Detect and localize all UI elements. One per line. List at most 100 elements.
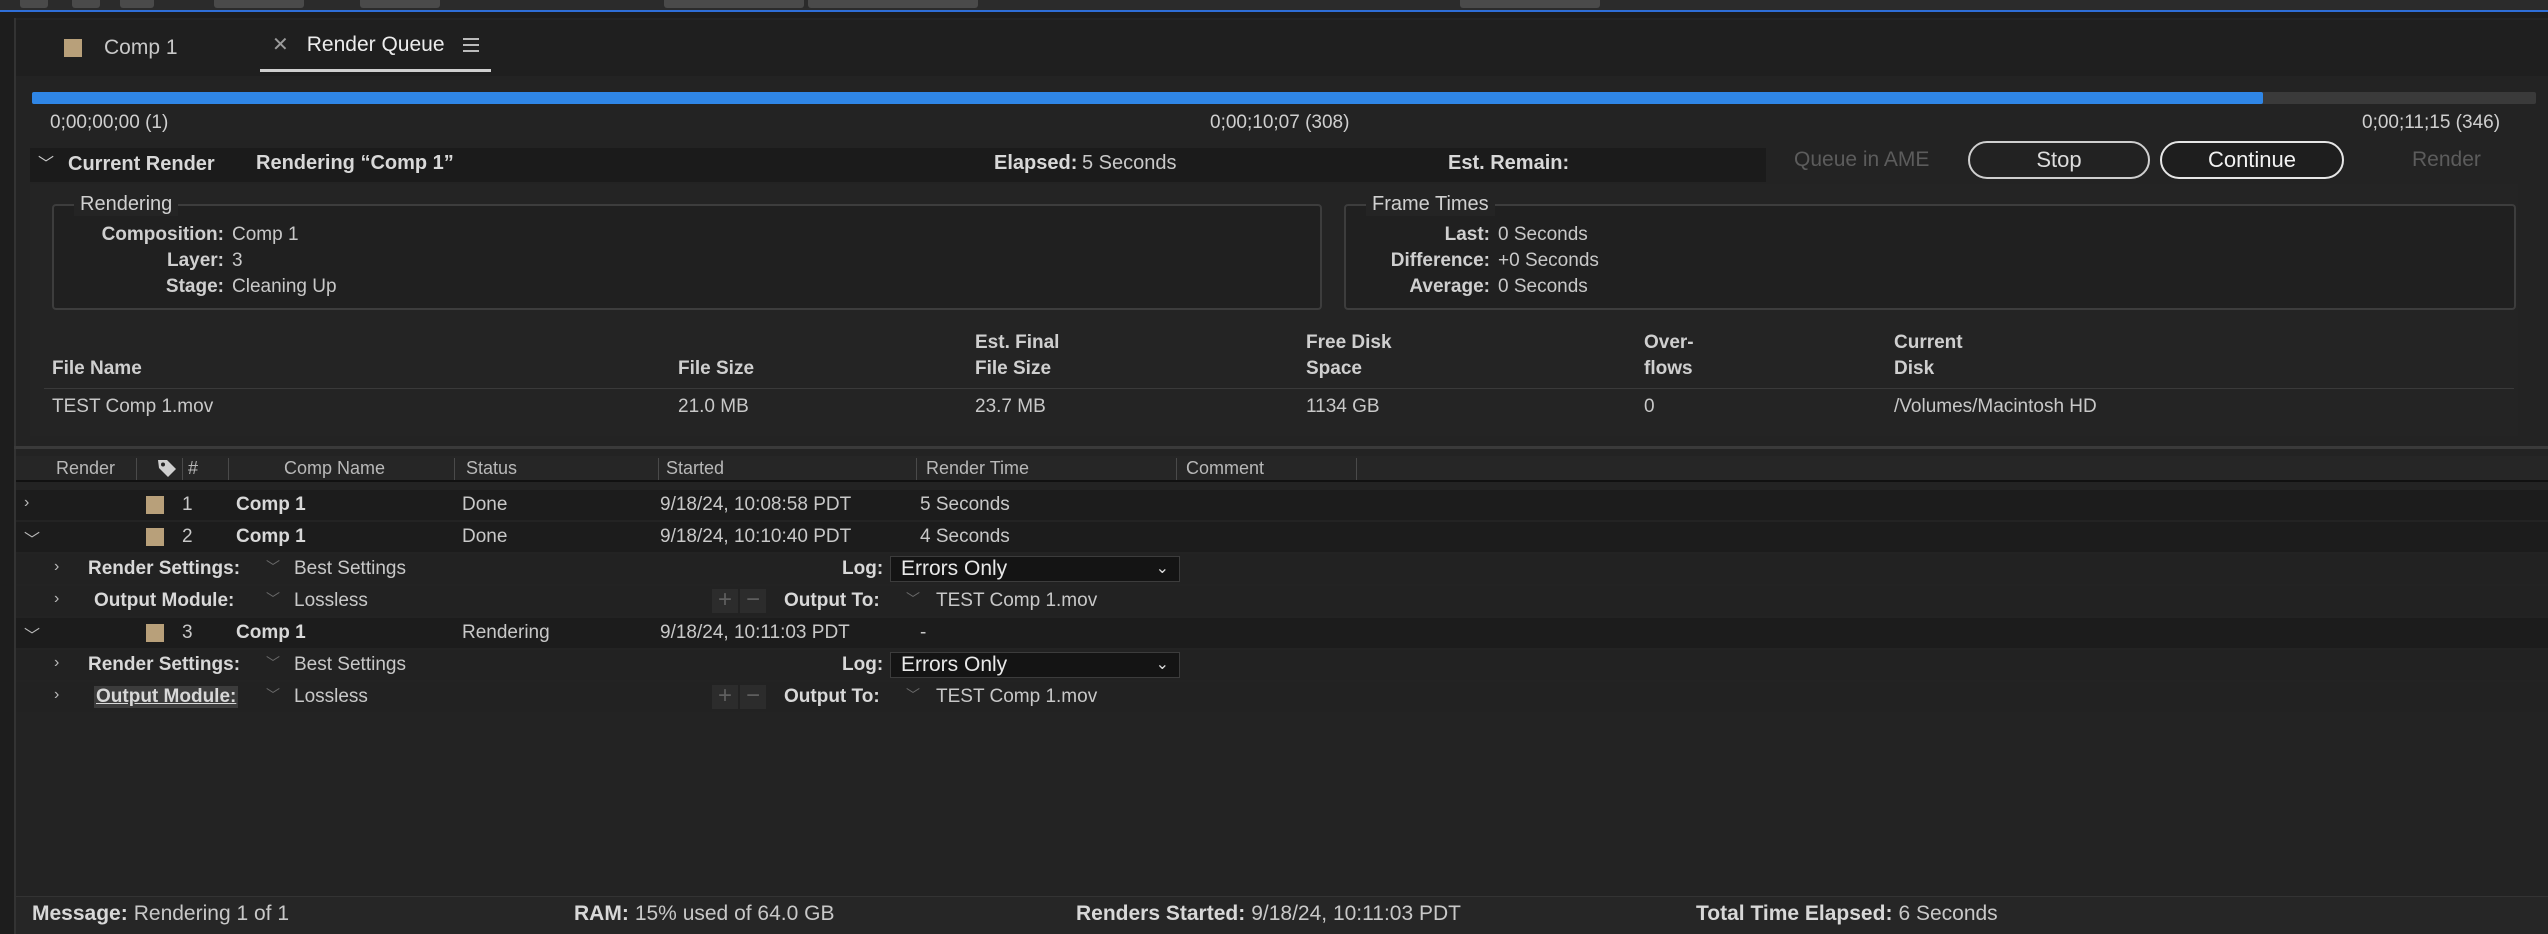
frame-difference-label: Difference: bbox=[1390, 250, 1490, 271]
column-divider[interactable] bbox=[182, 458, 183, 480]
item-started: 9/18/24, 10:10:40 PDT bbox=[660, 526, 852, 547]
continue-button[interactable]: Continue bbox=[2160, 141, 2344, 179]
label-color-swatch[interactable] bbox=[146, 624, 164, 642]
tab-label: Render Queue bbox=[306, 32, 445, 56]
tab-render-queue[interactable]: ✕ Render Queue bbox=[260, 20, 491, 72]
item-comp-name[interactable]: Comp 1 bbox=[236, 526, 306, 548]
queue-item-row[interactable]: ﹀ 3 Comp 1 Rendering 9/18/24, 10:11:03 P… bbox=[16, 618, 2548, 648]
free-disk-header-line1: Free Disk bbox=[1306, 332, 1392, 353]
total-elapsed-label: Total Time Elapsed: bbox=[1696, 902, 1893, 925]
tab-label: Comp 1 bbox=[104, 36, 178, 59]
output-to-value[interactable]: TEST Comp 1.mov bbox=[936, 686, 1097, 708]
remove-output-module-icon[interactable]: − bbox=[740, 588, 766, 613]
chevron-right-icon[interactable]: › bbox=[54, 558, 59, 576]
toolbar-field[interactable] bbox=[214, 0, 304, 8]
render-settings-value[interactable]: Best Settings bbox=[294, 558, 406, 580]
render-progress-bar bbox=[32, 92, 2536, 104]
column-divider[interactable] bbox=[1176, 458, 1177, 480]
elapsed-label: Elapsed: bbox=[994, 152, 1078, 174]
chevron-right-icon[interactable]: › bbox=[54, 686, 59, 704]
render-settings-label: Render Settings: bbox=[88, 654, 241, 675]
column-divider[interactable] bbox=[916, 458, 917, 480]
queue-in-ame-button[interactable]: Queue in AME bbox=[1794, 148, 1929, 172]
chevron-down-icon[interactable]: ﹀ bbox=[266, 685, 280, 705]
progress-start-timecode: 0;00;00;00 (1) bbox=[50, 112, 169, 133]
toolbar-field[interactable] bbox=[808, 0, 978, 8]
output-module-value[interactable]: Lossless bbox=[294, 686, 368, 708]
status-total-elapsed: Total Time Elapsed: 6 Seconds bbox=[1696, 902, 1998, 926]
output-module-value[interactable]: Lossless bbox=[294, 590, 368, 612]
frame-last-row: Last: 0 Seconds bbox=[1344, 224, 1588, 246]
item-comp-name[interactable]: Comp 1 bbox=[236, 622, 306, 644]
toolbar-field[interactable] bbox=[1460, 0, 1600, 8]
overflows-header: Over- flows bbox=[1644, 330, 1694, 382]
render-progress-fill bbox=[32, 92, 2264, 104]
column-number[interactable]: # bbox=[188, 458, 198, 479]
output-module-row: › Output Module: ﹀ Lossless + − Output T… bbox=[16, 682, 2548, 712]
render-settings-value[interactable]: Best Settings bbox=[294, 654, 406, 676]
column-status[interactable]: Status bbox=[466, 458, 517, 479]
frame-difference-value: +0 Seconds bbox=[1498, 250, 1599, 271]
column-divider[interactable] bbox=[1356, 458, 1357, 480]
column-divider[interactable] bbox=[136, 458, 137, 480]
current-disk-header-line1: Current bbox=[1894, 332, 1963, 353]
rendering-comp-text: Rendering “Comp 1” bbox=[256, 152, 454, 174]
add-output-module-icon[interactable]: + bbox=[712, 684, 738, 709]
stop-button[interactable]: Stop bbox=[1968, 141, 2150, 179]
current-render-label: Current Render bbox=[68, 153, 215, 175]
chevron-down-icon[interactable]: ﹀ bbox=[38, 150, 54, 174]
progress-end-timecode: 0;00;11;15 (346) bbox=[2362, 112, 2501, 133]
log-dropdown[interactable]: Errors Only ⌄ bbox=[890, 652, 1180, 678]
add-output-module-icon[interactable]: + bbox=[712, 588, 738, 613]
chevron-down-icon[interactable]: ﹀ bbox=[24, 526, 40, 550]
chevron-down-icon[interactable]: ﹀ bbox=[266, 653, 280, 673]
log-label: Log: bbox=[842, 558, 884, 579]
output-to-value[interactable]: TEST Comp 1.mov bbox=[936, 590, 1097, 612]
message-label: Message: bbox=[32, 902, 128, 925]
chevron-right-icon[interactable]: › bbox=[54, 590, 59, 608]
column-divider[interactable] bbox=[454, 458, 455, 480]
est-final-value: 23.7 MB bbox=[975, 396, 1046, 417]
toolbar-tool-icon[interactable] bbox=[20, 0, 48, 8]
chevron-down-icon[interactable]: ﹀ bbox=[906, 685, 920, 705]
toolbar-tool-icon[interactable] bbox=[120, 0, 154, 8]
item-comp-name[interactable]: Comp 1 bbox=[236, 494, 306, 516]
label-color-swatch[interactable] bbox=[146, 528, 164, 546]
panel-divider[interactable] bbox=[14, 446, 2548, 449]
log-dropdown[interactable]: Errors Only ⌄ bbox=[890, 556, 1180, 582]
close-icon[interactable]: ✕ bbox=[272, 32, 289, 57]
chevron-down-icon[interactable]: ﹀ bbox=[266, 589, 280, 609]
label-tag-icon[interactable] bbox=[156, 457, 178, 479]
chevron-down-icon[interactable]: ﹀ bbox=[906, 589, 920, 609]
queue-item-row[interactable]: › 1 Comp 1 Done 9/18/24, 10:08:58 PDT 5 … bbox=[16, 490, 2548, 520]
column-divider[interactable] bbox=[228, 458, 229, 480]
file-name-value: TEST Comp 1.mov bbox=[52, 396, 214, 417]
stage-label: Stage: bbox=[165, 276, 224, 297]
current-disk-value: /Volumes/Macintosh HD bbox=[1894, 396, 2097, 417]
toolbar-field[interactable] bbox=[664, 0, 804, 8]
overflows-header-line1: Over- bbox=[1644, 332, 1694, 353]
column-started[interactable]: Started bbox=[666, 458, 724, 479]
queue-item-row[interactable]: ﹀ 2 Comp 1 Done 9/18/24, 10:10:40 PDT 4 … bbox=[16, 522, 2548, 552]
label-color-swatch[interactable] bbox=[146, 496, 164, 514]
frame-average-value: 0 Seconds bbox=[1498, 276, 1588, 297]
tab-comp-1[interactable]: Comp 1 bbox=[64, 20, 178, 76]
toolbar-field[interactable] bbox=[360, 0, 440, 8]
total-elapsed-value: 6 Seconds bbox=[1898, 902, 1998, 925]
current-disk-header: Current Disk bbox=[1894, 330, 1963, 382]
toolbar-tool-icon[interactable] bbox=[72, 0, 100, 8]
panel-menu-icon[interactable] bbox=[462, 37, 479, 52]
chevron-right-icon[interactable]: › bbox=[54, 654, 59, 672]
column-render[interactable]: Render bbox=[56, 458, 115, 479]
remove-output-module-icon[interactable]: − bbox=[740, 684, 766, 709]
chevron-right-icon[interactable]: › bbox=[24, 494, 29, 512]
column-render-time[interactable]: Render Time bbox=[926, 458, 1029, 479]
column-divider[interactable] bbox=[658, 458, 659, 480]
chevron-down-icon[interactable]: ﹀ bbox=[24, 622, 40, 646]
column-comp-name[interactable]: Comp Name bbox=[284, 458, 385, 479]
chevron-down-icon[interactable]: ﹀ bbox=[266, 557, 280, 577]
render-button[interactable]: Render bbox=[2412, 148, 2481, 172]
column-comment[interactable]: Comment bbox=[1186, 458, 1264, 479]
message-value: Rendering 1 of 1 bbox=[133, 902, 289, 925]
composition-value: Comp 1 bbox=[232, 224, 299, 245]
